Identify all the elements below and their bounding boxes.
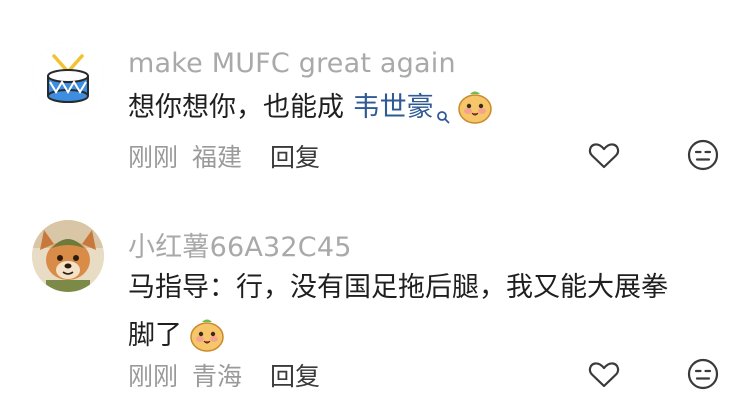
comment-time: 刚刚 [128, 143, 179, 172]
comment-item: 小红薯66A32C45 马指导：行，没有国足拖后腿，我又能大展拳 脚了 刚刚 青… [0, 200, 750, 419]
reply-button[interactable]: 回复 [270, 362, 320, 391]
fox-character-icon [32, 220, 104, 292]
comment-text-plain: 想你想你，也能成 [128, 92, 353, 123]
username[interactable]: make MUFC great again [128, 48, 456, 79]
comment-meta: 刚刚 青海 回复 [128, 357, 320, 393]
comment-text[interactable]: 马指导：行，没有国足拖后腿，我又能大展拳 脚了 [128, 264, 710, 360]
username[interactable]: 小红薯66A32C45 [128, 225, 352, 264]
avatar[interactable] [32, 42, 104, 114]
comment-text-line-2: 脚了 [128, 312, 710, 360]
search-icon [436, 92, 450, 140]
drum-icon [32, 42, 104, 114]
neutral-face-icon[interactable] [686, 357, 720, 391]
comment-text-line: 马指导：行，没有国足拖后腿，我又能大展拳 [128, 272, 668, 303]
comment-text[interactable]: 想你想你，也能成 韦世豪 [128, 84, 710, 140]
comment-text-plain: 脚了 [128, 320, 182, 351]
comment-time: 刚刚 [128, 362, 179, 391]
heart-outline-icon[interactable] [587, 357, 621, 391]
heart-outline-icon[interactable] [587, 138, 621, 172]
sticker-emoji-icon [456, 89, 494, 125]
mention-link[interactable]: 韦世豪 [353, 92, 434, 123]
neutral-face-icon[interactable] [686, 138, 720, 172]
avatar[interactable] [32, 220, 104, 292]
comment-location: 青海 [191, 362, 242, 391]
comment-location: 福建 [191, 143, 242, 172]
comment-meta: 刚刚 福建 回复 [128, 138, 320, 174]
comment-item: make MUFC great again 想你想你，也能成 韦世豪 刚刚 福建… [0, 0, 750, 200]
sticker-emoji-icon [188, 317, 226, 353]
reply-button[interactable]: 回复 [270, 143, 320, 172]
